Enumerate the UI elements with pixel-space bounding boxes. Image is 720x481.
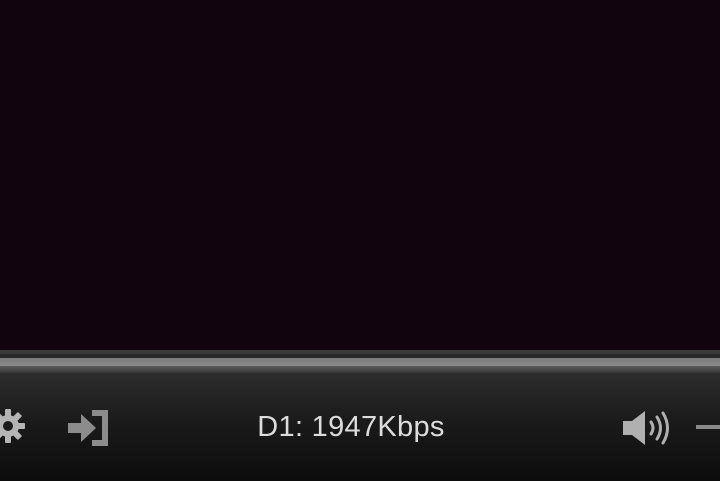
sign-in-icon [62,406,114,450]
volume-button[interactable] [616,406,678,450]
speaker-icon [617,406,677,450]
video-area[interactable] [0,0,720,350]
gear-icon [0,406,28,446]
video-player: D1: 1947Kbps [0,0,720,481]
settings-button[interactable] [0,404,28,448]
exit-button[interactable] [60,406,116,450]
bitrate-readout: D1: 1947Kbps [257,411,445,443]
volume-slider[interactable] [696,425,720,429]
progress-bar[interactable] [0,350,720,374]
control-bar: D1: 1947Kbps [0,374,720,481]
